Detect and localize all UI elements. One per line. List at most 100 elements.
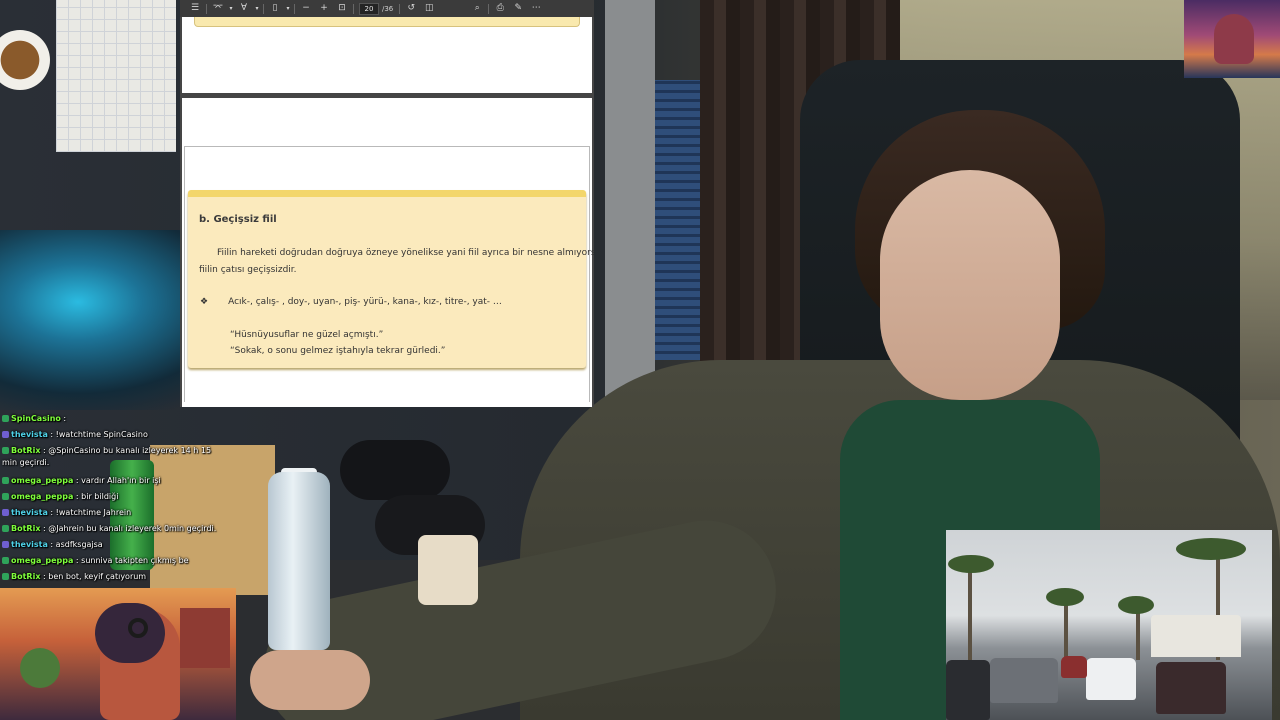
chat-separator: : <box>73 476 82 485</box>
stream-chat: SpinCasino : thevista : !watchtime SpinC… <box>0 410 270 586</box>
plant <box>20 648 60 688</box>
chat-username[interactable]: BotRix <box>11 446 40 455</box>
chat-badge-icon <box>2 557 9 564</box>
pdf-page-current: b. Geçişsiz fiil Fiilin hareketi doğruda… <box>182 98 594 407</box>
highlight-icon[interactable]: ⌤ <box>209 1 227 16</box>
toolbar-divider <box>353 3 354 14</box>
chat-separator: : <box>73 556 82 565</box>
car <box>1086 658 1136 700</box>
chat-message: omega_peppa : bir bildiği <box>2 492 118 502</box>
note-title: b. Geçişsiz fiil <box>199 214 277 225</box>
chat-text: ben bot, keyif çatıyorum <box>48 572 147 581</box>
chat-text: @SpinCasino bu kanalı izleyerek 14 h 15 <box>48 446 212 455</box>
draw-icon[interactable]: ∀ <box>235 1 253 16</box>
stream-screen: ☰ ⌤ ▾ ∀ ▾ ▯ ▾ − + ⊡ 20 /36 ↺ ◫ ⌕ ⎙ ✎ ⋯ b… <box>0 0 1280 720</box>
chat-text: @Jahrein bu kanalı izleyerek 0min geçird… <box>48 524 217 533</box>
zoom-out-icon[interactable]: − <box>297 1 315 16</box>
two-page-icon[interactable]: ◫ <box>420 1 438 16</box>
chat-username[interactable]: omega_peppa <box>11 476 73 485</box>
palm-tree <box>1064 598 1068 658</box>
toolbar-divider <box>206 3 207 14</box>
shelf <box>180 608 230 668</box>
diamond-bullet-icon: ❖ <box>200 297 209 307</box>
chat-text: !watchtime Jahrein <box>55 508 132 517</box>
example-verbs: Acık-, çalış- , doy-, uyan-, piş- yürü-,… <box>228 297 502 307</box>
toolbar-divider <box>294 3 295 14</box>
palm-frond <box>1118 596 1154 614</box>
chat-badge-icon <box>2 573 9 580</box>
page-total: /36 <box>382 4 394 13</box>
chat-message: BotRix : ben bot, keyif çatıyorum <box>2 572 146 582</box>
street-camera-feed <box>946 530 1272 720</box>
palm-frond <box>1176 538 1246 560</box>
chat-text: min geçirdi. <box>2 458 50 467</box>
fit-page-icon[interactable]: ▯ <box>266 1 284 16</box>
example-verbs-row: ❖ Acık-, çalış- , doy-, uyan-, piş- yürü… <box>200 297 502 307</box>
chat-text: asdfksgajsa <box>55 540 103 549</box>
chat-badge-icon <box>2 431 9 438</box>
search-icon[interactable]: ⌕ <box>468 1 486 16</box>
chat-text: vardır Allah'ın bir işi <box>81 476 161 485</box>
chat-badge-icon <box>2 477 9 484</box>
headphones-icon <box>128 618 148 638</box>
chat-badge-icon <box>2 493 9 500</box>
chat-username[interactable]: thevista <box>11 508 48 517</box>
chat-username[interactable]: SpinCasino <box>11 414 61 423</box>
notebook-paper <box>56 0 176 152</box>
chat-separator: : <box>47 430 56 439</box>
chat-separator: : <box>73 492 82 501</box>
chat-message: BotRix : @Jahrein bu kanalı izleyerek 0m… <box>2 524 216 534</box>
chat-badge-icon <box>2 447 9 454</box>
chat-username[interactable]: omega_peppa <box>11 556 73 565</box>
example-quote: “Sokak, o sonu gelmez iştahıyla tekrar g… <box>230 346 446 356</box>
chat-message: thevista : !watchtime SpinCasino <box>2 430 148 440</box>
chat-username[interactable]: BotRix <box>11 572 40 581</box>
pdf-page-previous <box>182 17 592 93</box>
chevron-down-icon[interactable]: ▾ <box>253 1 261 16</box>
page-view-icon[interactable]: ⊡ <box>333 1 351 16</box>
pixel-art-thumbnail <box>1184 0 1280 78</box>
chat-text: sunniva takipten çıkmış be <box>81 556 189 565</box>
chat-username[interactable]: thevista <box>11 540 48 549</box>
sidebar-icon[interactable]: ☰ <box>186 1 204 16</box>
note-box-bottom-edge <box>194 17 580 27</box>
chat-message: thevista : !watchtime Jahrein <box>2 508 131 518</box>
chat-message: BotRix : @SpinCasino bu kanalı izleyerek… <box>2 446 211 456</box>
chat-username[interactable]: BotRix <box>11 524 40 533</box>
chevron-down-icon[interactable]: ▾ <box>227 1 235 16</box>
pdf-toolbar: ☰ ⌤ ▾ ∀ ▾ ▯ ▾ − + ⊡ 20 /36 ↺ ◫ ⌕ ⎙ ✎ ⋯ <box>180 0 594 17</box>
car <box>1061 656 1087 678</box>
palm-tree <box>968 565 972 660</box>
info-note-box: b. Geçişsiz fiil Fiilin hareketi doğruda… <box>188 190 594 368</box>
game-controller <box>340 440 450 500</box>
note-paragraph-line: fiilin çatısı geçişsizdir. <box>199 265 297 275</box>
water-bottle <box>268 472 330 650</box>
more-icon[interactable]: ⋯ <box>527 1 545 16</box>
page-number-input[interactable]: 20 <box>359 2 379 15</box>
rotate-icon[interactable]: ↺ <box>402 1 420 16</box>
chat-message: min geçirdi. <box>2 458 49 468</box>
chevron-down-icon[interactable]: ▾ <box>284 1 292 16</box>
chat-separator: : <box>60 414 67 423</box>
toolbar-divider <box>263 3 264 14</box>
toolbar-divider <box>488 3 490 14</box>
hand-on-mouse <box>250 650 370 710</box>
chat-separator: : <box>47 540 56 549</box>
building <box>1151 615 1241 657</box>
chat-text: bir bildiği <box>81 492 119 501</box>
chat-username[interactable]: omega_peppa <box>11 492 73 501</box>
chat-username[interactable]: thevista <box>11 430 48 439</box>
print-icon[interactable]: ⎙ <box>491 1 509 16</box>
example-quote: “Hüsnüyusuflar ne güzel açmıştı.” <box>230 330 384 340</box>
chat-badge-icon <box>2 541 9 548</box>
santa-card <box>418 535 478 605</box>
palm-frond <box>948 555 994 573</box>
toolbar-divider <box>399 3 401 14</box>
car <box>1156 662 1226 714</box>
zoom-in-icon[interactable]: + <box>315 1 333 16</box>
chat-badge-icon <box>2 525 9 532</box>
chat-message: omega_peppa : sunniva takipten çıkmış be <box>2 556 189 566</box>
save-icon[interactable]: ✎ <box>509 1 527 16</box>
chat-message: omega_peppa : vardır Allah'ın bir işi <box>2 476 161 486</box>
